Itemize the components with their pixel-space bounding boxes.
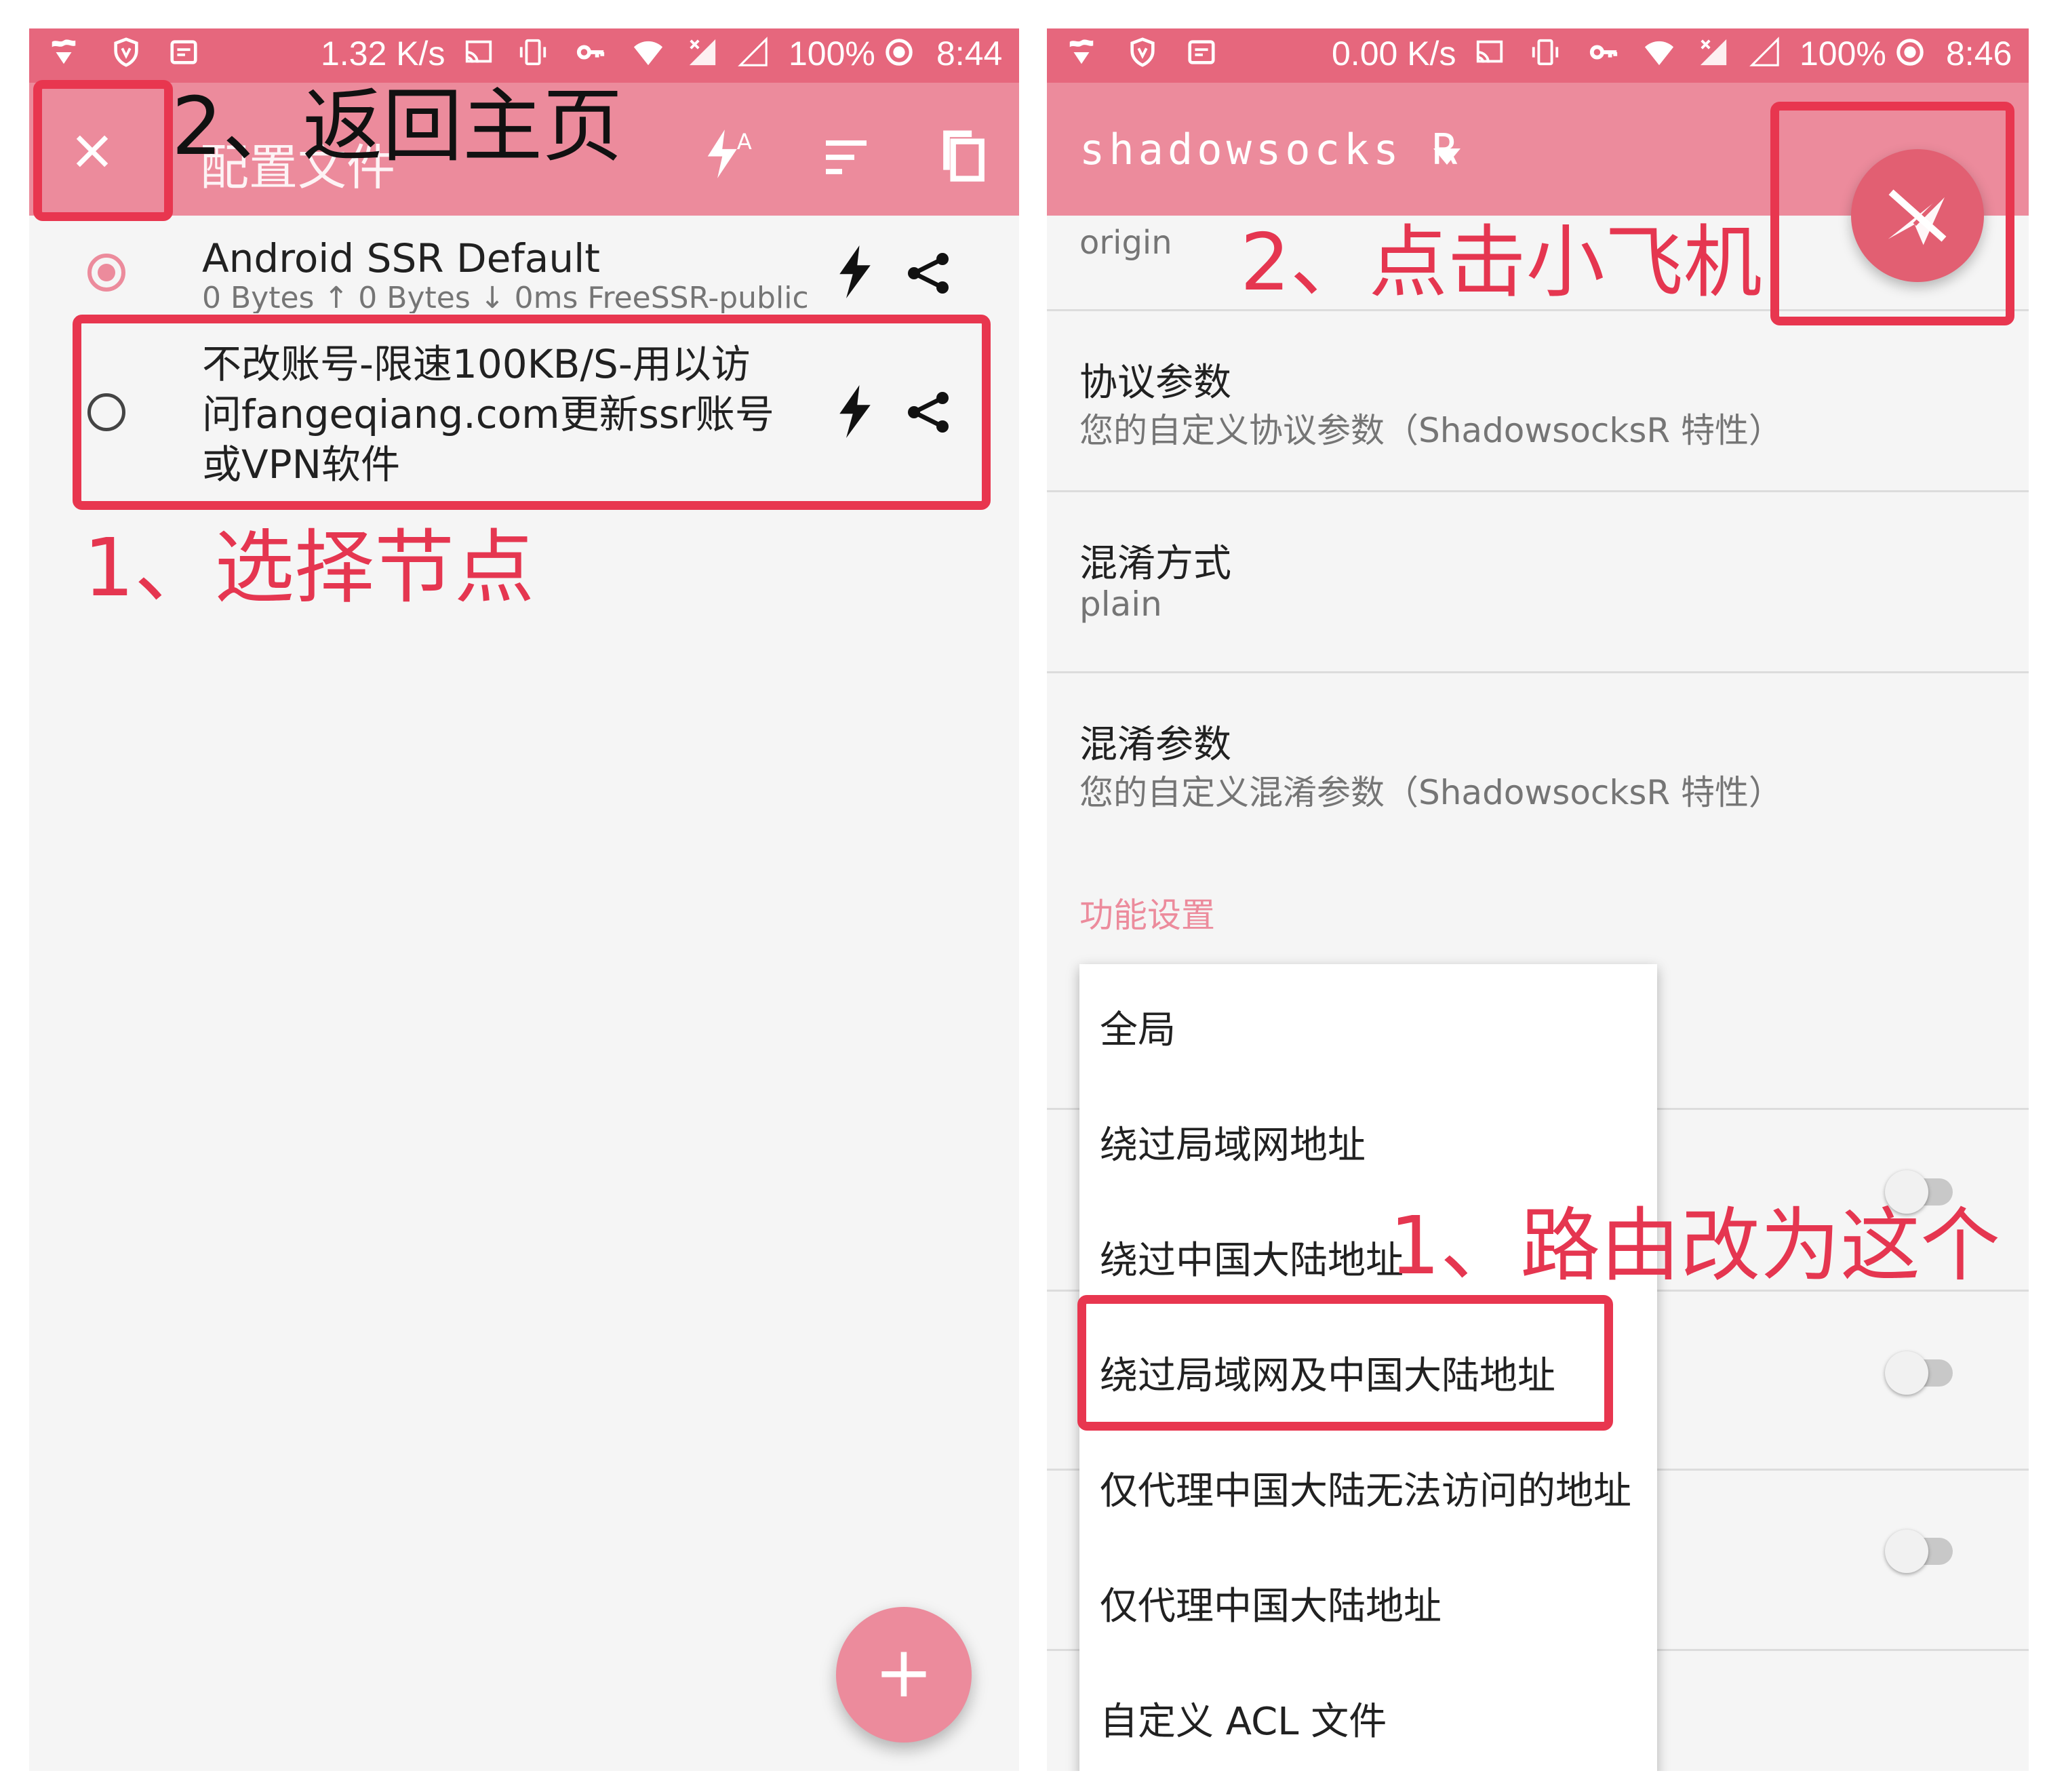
mail-icon	[1188, 40, 1215, 64]
route-option-custom-acl[interactable]: 自定义 ACL 文件	[1100, 1691, 1387, 1746]
annotation-select-node: 1、选择节点	[83, 521, 535, 614]
protocol-param-summary: 您的自定义协议参数（ShadowsocksR 特性）	[1079, 411, 1783, 450]
svg-text:A: A	[737, 129, 752, 155]
vibrate-icon	[1532, 39, 1559, 66]
battery-percent: 100%	[1800, 35, 1886, 73]
protocol-param-row[interactable]: 协议参数 您的自定义协议参数（ShadowsocksR 特性）	[1047, 311, 2029, 492]
auto-test-icon[interactable]: A	[700, 125, 759, 183]
status-bar: 0.00 K/s 100% 8:46	[1047, 28, 2029, 83]
network-speed: 0.00 K/s	[1332, 35, 1456, 73]
clock: 8:44	[936, 35, 1003, 73]
route-option-gfwlist[interactable]: 仅代理中国大陆无法访问的地址	[1100, 1460, 1631, 1515]
route-option-bypass-lan[interactable]: 绕过局域网地址	[1100, 1115, 1366, 1170]
annotation-box-route	[1077, 1295, 1613, 1431]
vibrate-icon	[519, 39, 546, 66]
route-option-global[interactable]: 全局	[1100, 999, 1176, 1054]
route-option-bypass-china[interactable]: 绕过中国大陆地址	[1100, 1230, 1404, 1285]
plus-icon: +	[874, 1631, 934, 1713]
signal-empty-icon	[1749, 37, 1779, 66]
profile-name: Android SSR Default	[202, 235, 600, 281]
clock: 8:46	[1946, 35, 2012, 73]
battery-percent: 100%	[789, 35, 875, 73]
share-icon[interactable]	[904, 249, 953, 298]
add-profile-button[interactable]: +	[836, 1607, 972, 1743]
route-option-china-only[interactable]: 仅代理中国大陆地址	[1100, 1576, 1442, 1631]
signal-icon	[689, 39, 716, 66]
data-saver-icon	[1896, 39, 1924, 66]
right-phone-screen: 0.00 K/s 100% 8:46 shadowsocks R origin …	[1047, 28, 2029, 1771]
annotation-click-plane: 2、点击小飞机	[1240, 217, 1762, 308]
mail-icon	[170, 40, 197, 64]
profile-stats: 0 Bytes ↑ 0 Bytes ↓ 0ms FreeSSR-public	[202, 281, 809, 313]
obfs-title: 混淆方式	[1079, 542, 1231, 586]
protocol-param-title: 协议参数	[1079, 361, 1231, 405]
dropdown-arrow-icon[interactable]	[1433, 148, 1460, 165]
key-icon	[1589, 45, 1618, 60]
obfs-method-row[interactable]: 混淆方式 plain	[1047, 492, 2029, 673]
app-notification-icon	[1069, 39, 1094, 64]
copy-icon[interactable]	[934, 126, 987, 183]
vpn-shield-icon	[1130, 37, 1155, 67]
cast-icon	[465, 40, 492, 63]
vpn-shield-icon	[114, 37, 138, 67]
section-features-header: 功能设置	[1079, 896, 1215, 935]
signal-empty-icon	[738, 37, 768, 66]
wifi-icon	[1644, 41, 1674, 66]
sort-icon[interactable]	[821, 137, 871, 178]
annotation-box-plane	[1770, 102, 2014, 325]
network-speed: 1.32 K/s	[321, 35, 445, 73]
app-title-dropdown[interactable]: shadowsocks R	[1079, 125, 1461, 174]
annotation-box-node	[73, 315, 991, 510]
obfs-param-title: 混淆参数	[1079, 723, 1231, 767]
data-saver-icon	[886, 39, 913, 66]
lightning-icon[interactable]	[836, 245, 874, 298]
left-phone-screen: 1.32 K/s 100% 8:44 配置文件 A Android SSR De…	[29, 28, 1019, 1771]
annotation-back-home: 2、返回主页	[172, 79, 623, 173]
annotation-route-change: 1、路由改为这个	[1389, 1199, 2001, 1292]
protocol-value: origin	[1079, 224, 1172, 262]
status-bar: 1.32 K/s 100% 8:44	[29, 28, 1019, 83]
signal-icon	[1700, 39, 1727, 66]
obfs-value: plain	[1079, 584, 1162, 624]
cast-icon	[1476, 40, 1503, 63]
obfs-param-summary: 您的自定义混淆参数（ShadowsocksR 特性）	[1079, 773, 1783, 812]
annotation-box-close	[33, 80, 173, 221]
radio-selected[interactable]	[87, 254, 125, 292]
obfs-param-row[interactable]: 混淆参数 您的自定义混淆参数（ShadowsocksR 特性）	[1047, 673, 2029, 852]
key-icon	[576, 45, 605, 60]
wifi-icon	[633, 41, 663, 66]
app-notification-icon	[52, 39, 76, 64]
